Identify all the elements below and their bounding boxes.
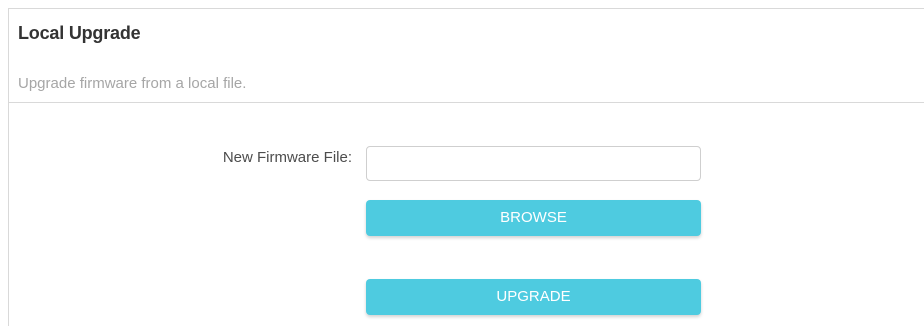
- firmware-file-input[interactable]: [366, 146, 701, 181]
- browse-button[interactable]: BROWSE: [366, 200, 701, 236]
- firmware-file-label: New Firmware File:: [222, 149, 352, 166]
- section-title: Local Upgrade: [18, 23, 141, 43]
- section-description: Upgrade firmware from a local file.: [18, 75, 247, 92]
- section-divider: [9, 102, 924, 103]
- upgrade-button[interactable]: UPGRADE: [366, 279, 701, 315]
